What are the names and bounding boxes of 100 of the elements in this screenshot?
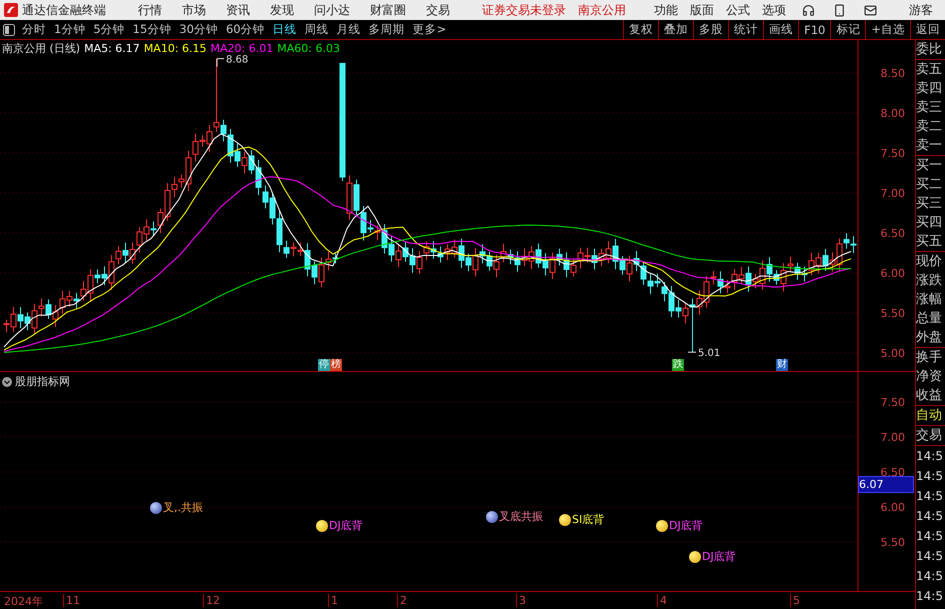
headset-icon[interactable]: [802, 4, 815, 16]
mail-icon[interactable]: [864, 4, 877, 16]
signal-label: DJ底背: [702, 549, 736, 564]
quote-label: 买四: [916, 214, 943, 232]
quote-label: 买三: [916, 195, 943, 213]
axis-label: 7.50: [880, 147, 905, 160]
period-tab[interactable]: 日线: [268, 20, 301, 39]
menu-item[interactable]: 问小达: [306, 2, 358, 18]
trade-time: 14:5: [916, 448, 944, 465]
menu-item[interactable]: 发现: [262, 2, 302, 18]
quote-label: 卖三: [916, 99, 943, 117]
date-label: 5: [790, 594, 800, 607]
axis-label: 5.00: [880, 347, 905, 360]
toolbar-button[interactable]: 返回: [910, 20, 945, 39]
quote-label: 净资: [916, 368, 943, 386]
high-price-label: 8.68: [226, 54, 248, 66]
menu-item[interactable]: 行情: [130, 2, 170, 18]
period-tab[interactable]: 15分钟: [128, 20, 176, 39]
axis-label: 8.50: [880, 67, 905, 80]
app-logo-icon: [4, 3, 18, 17]
toolbar-button[interactable]: 统计: [728, 20, 764, 39]
axis-label: 6.00: [880, 501, 905, 514]
date-label: 11: [63, 594, 80, 607]
quote-label: 卖四: [916, 80, 943, 98]
trade-time: 14:5: [916, 588, 944, 605]
trade-time: 14:5: [916, 508, 944, 525]
toolbar-button[interactable]: +自选: [865, 20, 910, 39]
signal-icon: [316, 520, 328, 532]
quote-label: 卖一: [916, 137, 943, 155]
quote-label: 总量: [916, 310, 943, 328]
axis-label: 7.00: [880, 431, 905, 444]
event-marker[interactable]: 财: [776, 359, 788, 371]
low-price-label: 5.01: [698, 348, 720, 360]
signal-icon: [486, 510, 498, 522]
quote-label: 换手: [916, 349, 943, 367]
trade-tab[interactable]: 自动: [916, 406, 945, 426]
trade-tab[interactable]: 交易: [916, 426, 945, 446]
signal-label: SI底背: [572, 512, 604, 527]
toolbar-button[interactable]: 叠加: [658, 20, 694, 39]
quote-label: 涨幅: [916, 291, 943, 309]
more-menu[interactable]: 更多>: [408, 20, 450, 39]
quote-label: 买二: [916, 176, 943, 194]
toolbar-button[interactable]: 标记: [830, 20, 866, 39]
period-tab[interactable]: 60分钟: [222, 20, 269, 39]
indicator-title: 股朋指标网: [15, 374, 70, 389]
menu-item[interactable]: 财富圈: [362, 2, 414, 18]
trade-time: 14:5: [916, 568, 944, 585]
signal-label: 叉,.共振: [163, 500, 203, 515]
moving-average-value: MA20: 6.01: [210, 42, 274, 55]
axis-label: 6.00: [880, 267, 905, 280]
menu-item[interactable]: 功能: [650, 2, 682, 18]
quote-label: 现价: [916, 253, 943, 271]
axis-label: 7.50: [880, 396, 905, 409]
user-label[interactable]: 游客: [901, 2, 941, 18]
status-notice: 证券交易未登录: [481, 2, 567, 18]
toolbar-button[interactable]: 复权: [623, 20, 658, 39]
period-tab[interactable]: 月线: [332, 20, 365, 39]
panel-toggle-icon[interactable]: [3, 24, 15, 36]
quote-label: 卖二: [916, 118, 943, 136]
date-label: 2: [397, 594, 407, 607]
toolbar-button[interactable]: 多股: [693, 20, 728, 39]
status-notice: 南京公用: [577, 2, 627, 18]
collapse-icon[interactable]: [2, 376, 12, 386]
menu-item[interactable]: 选项: [758, 2, 790, 18]
moving-average-value: MA10: 6.15: [144, 42, 207, 55]
axis-label: 7.00: [880, 187, 905, 200]
toolbar-button[interactable]: F10: [798, 20, 830, 39]
signal-icon: [656, 520, 668, 532]
moving-average-value: MA60: 6.03: [277, 42, 340, 55]
trade-time: 14:5: [916, 548, 944, 565]
stock-name: 南京公用 (日线): [2, 41, 80, 56]
phone-icon[interactable]: [833, 4, 846, 16]
period-tab[interactable]: 多周期: [364, 20, 409, 39]
quote-label: 买一: [916, 157, 943, 175]
event-marker[interactable]: 榜: [330, 359, 342, 371]
toolbar-button[interactable]: 画线: [763, 20, 798, 39]
axis-label: 8.00: [880, 107, 905, 120]
quote-label: 卖五: [916, 61, 943, 79]
signal-icon: [689, 550, 701, 562]
menu-item[interactable]: 市场: [174, 2, 214, 18]
menu-item[interactable]: 交易: [418, 2, 458, 18]
trade-time: 14:5: [916, 488, 944, 505]
period-tab[interactable]: 5分钟: [89, 20, 129, 39]
axis-label: 5.50: [880, 536, 905, 549]
period-tab[interactable]: 周线: [300, 20, 333, 39]
date-label: 2024年: [3, 594, 43, 609]
signal-label: DJ底背: [669, 518, 703, 533]
signal-label: DJ底背: [329, 518, 363, 533]
menu-item[interactable]: 版面: [686, 2, 718, 18]
quote-label: 外盘: [916, 329, 943, 347]
menu-item[interactable]: 公式: [722, 2, 754, 18]
leader-line: [216, 58, 224, 68]
period-tab[interactable]: 1分钟: [50, 20, 90, 39]
period-tab[interactable]: 分时: [18, 20, 50, 39]
date-label: 1: [328, 594, 338, 607]
menu-item[interactable]: 资讯: [218, 2, 258, 18]
signal-icon: [150, 502, 162, 514]
period-tab[interactable]: 30分钟: [175, 20, 222, 39]
date-label: 4: [657, 594, 667, 607]
signal-label: 叉底共振: [499, 509, 543, 524]
